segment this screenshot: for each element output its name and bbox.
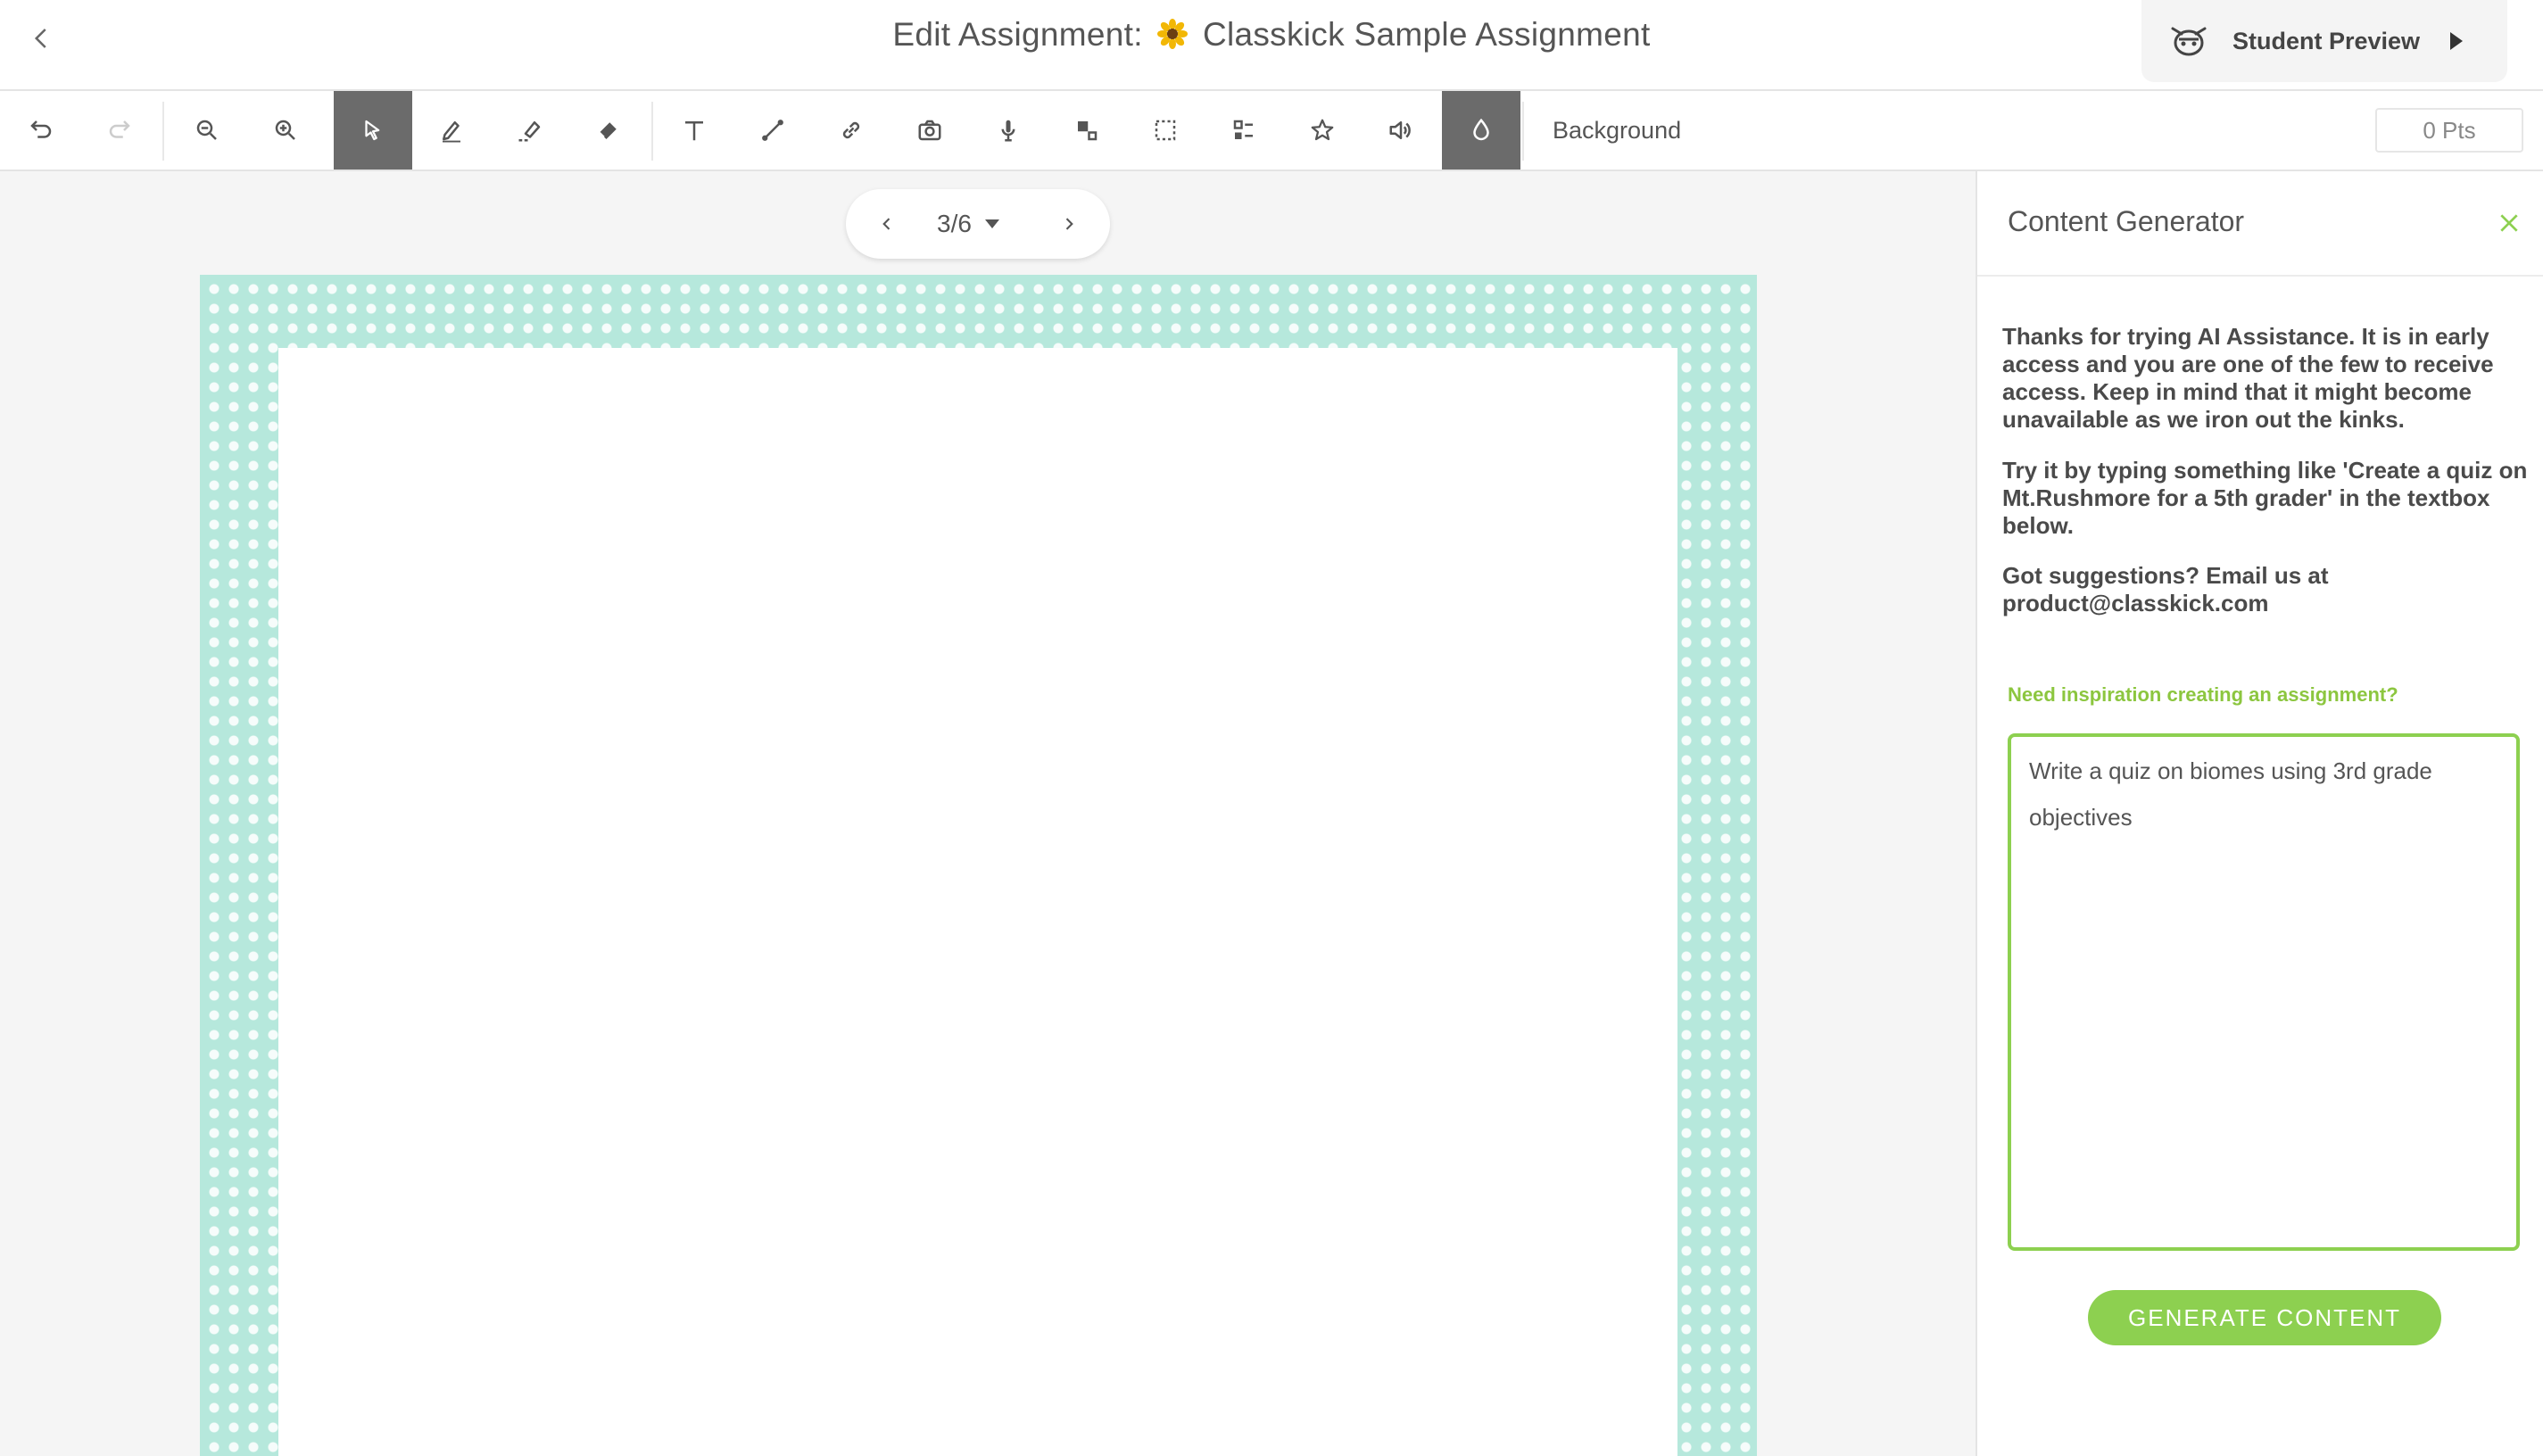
try-it-text: Try it by typing something like 'Create … bbox=[2002, 457, 2528, 539]
points-field[interactable]: 0 Pts bbox=[2375, 108, 2523, 153]
redo-button[interactable] bbox=[80, 91, 159, 170]
highlighter-tool-button[interactable] bbox=[491, 91, 569, 170]
microphone-tool-button[interactable] bbox=[969, 91, 1048, 170]
audio-icon bbox=[1389, 121, 1411, 139]
chevron-right-icon bbox=[1065, 218, 1073, 230]
zoom-out-button[interactable] bbox=[168, 91, 246, 170]
panel-header: Content Generator bbox=[1977, 171, 2543, 277]
star-icon bbox=[1311, 119, 1334, 141]
select-tool-button[interactable] bbox=[334, 91, 412, 170]
star-tool-button[interactable] bbox=[1283, 91, 1362, 170]
shapes-icon bbox=[1078, 121, 1098, 141]
shapes-tool-button[interactable] bbox=[1048, 91, 1126, 170]
student-preview-button[interactable]: Student Preview bbox=[2141, 0, 2507, 82]
link-icon bbox=[842, 121, 860, 139]
undo-button[interactable] bbox=[2, 91, 80, 170]
background-icon bbox=[1473, 118, 1489, 141]
selection-box-tool-button[interactable] bbox=[1126, 91, 1205, 170]
audio-tool-button[interactable] bbox=[1362, 91, 1440, 170]
inspiration-link[interactable]: Need inspiration creating an assignment? bbox=[2008, 683, 2398, 707]
zoom-in-icon bbox=[275, 120, 295, 140]
link-tool-button[interactable] bbox=[812, 91, 890, 170]
line-tool-button[interactable] bbox=[733, 91, 812, 170]
redo-icon bbox=[109, 120, 130, 138]
text-tool-button[interactable] bbox=[655, 91, 733, 170]
microphone-icon bbox=[1001, 120, 1015, 142]
content-generator-panel: Content Generator Thanks for trying AI A… bbox=[1976, 171, 2543, 1456]
page-select-dropdown[interactable]: 3/6 bbox=[937, 189, 1000, 259]
toolbar: Background 0 Pts bbox=[0, 91, 2543, 171]
previous-page-button[interactable] bbox=[869, 206, 905, 242]
panel-title: Content Generator bbox=[2008, 205, 2245, 237]
next-page-button[interactable] bbox=[1051, 206, 1087, 242]
line-icon bbox=[762, 120, 783, 141]
camera-tool-button[interactable] bbox=[890, 91, 969, 170]
camera-icon bbox=[918, 120, 941, 141]
play-icon bbox=[2450, 32, 2464, 50]
page-navigator: 3/6 bbox=[846, 189, 1110, 259]
toolbar-divider bbox=[162, 102, 164, 161]
toolbar-divider bbox=[651, 102, 653, 161]
select-icon bbox=[365, 120, 380, 141]
prompt-textarea[interactable]: Write a quiz on biomes using 3rd grade o… bbox=[2008, 733, 2520, 1251]
undo-icon bbox=[30, 120, 52, 138]
multiple-choice-icon bbox=[1233, 120, 1253, 139]
eraser-icon bbox=[599, 122, 617, 139]
canvas-page[interactable] bbox=[278, 348, 1677, 1456]
toolbar-divider bbox=[1522, 102, 1524, 161]
close-panel-button[interactable] bbox=[2491, 205, 2527, 241]
pen-tool-button[interactable] bbox=[412, 91, 491, 170]
sunflower-icon bbox=[1157, 19, 1189, 49]
zoom-in-button[interactable] bbox=[246, 91, 325, 170]
page-number: 3/6 bbox=[937, 210, 972, 237]
zoom-out-icon bbox=[196, 120, 217, 140]
selection-box-icon bbox=[1155, 120, 1176, 141]
chevron-left-icon bbox=[882, 218, 890, 230]
close-icon bbox=[2500, 214, 2518, 232]
generate-content-button[interactable]: GENERATE CONTENT bbox=[2088, 1290, 2441, 1345]
title-prefix: Edit Assignment: bbox=[892, 16, 1143, 53]
caret-down-icon bbox=[984, 219, 999, 228]
suggestions-text: Got suggestions? Email us at product@cla… bbox=[2002, 562, 2329, 616]
highlighter-icon bbox=[518, 121, 541, 142]
background-label: Background bbox=[1553, 117, 1682, 144]
header-bar: Edit Assignment: Classkick Sample Assign… bbox=[0, 0, 2543, 91]
background-tool-button[interactable] bbox=[1442, 91, 1520, 170]
text-icon bbox=[685, 121, 703, 141]
multiple-choice-tool-button[interactable] bbox=[1205, 91, 1283, 170]
student-face-icon bbox=[2171, 27, 2207, 56]
assignment-name: Classkick Sample Assignment bbox=[1202, 16, 1651, 53]
intro-text: Thanks for trying AI Assistance. It is i… bbox=[2002, 323, 2494, 433]
pen-icon bbox=[443, 121, 460, 143]
student-preview-label: Student Preview bbox=[2232, 27, 2421, 54]
eraser-tool-button[interactable] bbox=[569, 91, 648, 170]
